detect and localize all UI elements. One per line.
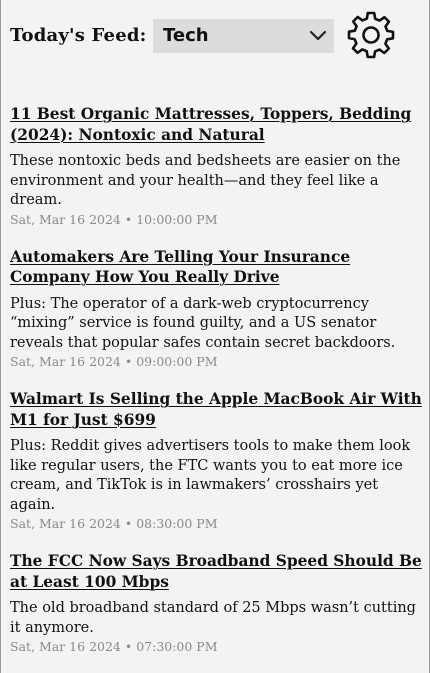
article-summary: Plus: Reddit gives advertisers tools to …: [10, 438, 411, 513]
article-item: Walmart Is Selling the Apple MacBook Air…: [10, 389, 426, 532]
article-summary: The old broadband standard of 25 Mbps wa…: [10, 600, 416, 636]
chevron-down-icon: [309, 30, 327, 41]
article-item: Automakers Are Telling Your Insurance Co…: [10, 247, 426, 371]
article-title-link[interactable]: Automakers Are Telling Your Insurance Co…: [10, 247, 426, 288]
article-title-link[interactable]: 11 Best Organic Mattresses, Toppers, Bed…: [10, 104, 426, 145]
article-date: Sat, Mar 16 2024 • 09:00:00 PM: [10, 354, 218, 369]
feed-header: Today's Feed: Tech: [1, 0, 430, 72]
article-item: The FCC Now Says Broadband Speed Should …: [10, 551, 426, 655]
article-date: Sat, Mar 16 2024 • 07:30:00 PM: [10, 639, 218, 654]
article-feed: 11 Best Organic Mattresses, Toppers, Bed…: [10, 104, 426, 673]
article-summary: These nontoxic beds and bedsheets are ea…: [10, 153, 401, 208]
feed-label: Today's Feed:: [10, 25, 147, 46]
article-item: 11 Best Organic Mattresses, Toppers, Bed…: [10, 104, 426, 228]
feed-category-select[interactable]: Tech: [153, 19, 334, 53]
article-title-link[interactable]: Walmart Is Selling the Apple MacBook Air…: [10, 389, 426, 430]
article-title-link[interactable]: The FCC Now Says Broadband Speed Should …: [10, 551, 426, 592]
article-date: Sat, Mar 16 2024 • 08:30:00 PM: [10, 516, 218, 531]
gear-icon[interactable]: [345, 9, 397, 61]
feed-category-value: Tech: [163, 25, 209, 46]
article-date: Sat, Mar 16 2024 • 10:00:00 PM: [10, 211, 218, 227]
article-summary: Plus: The operator of a dark-web cryptoc…: [10, 295, 396, 351]
